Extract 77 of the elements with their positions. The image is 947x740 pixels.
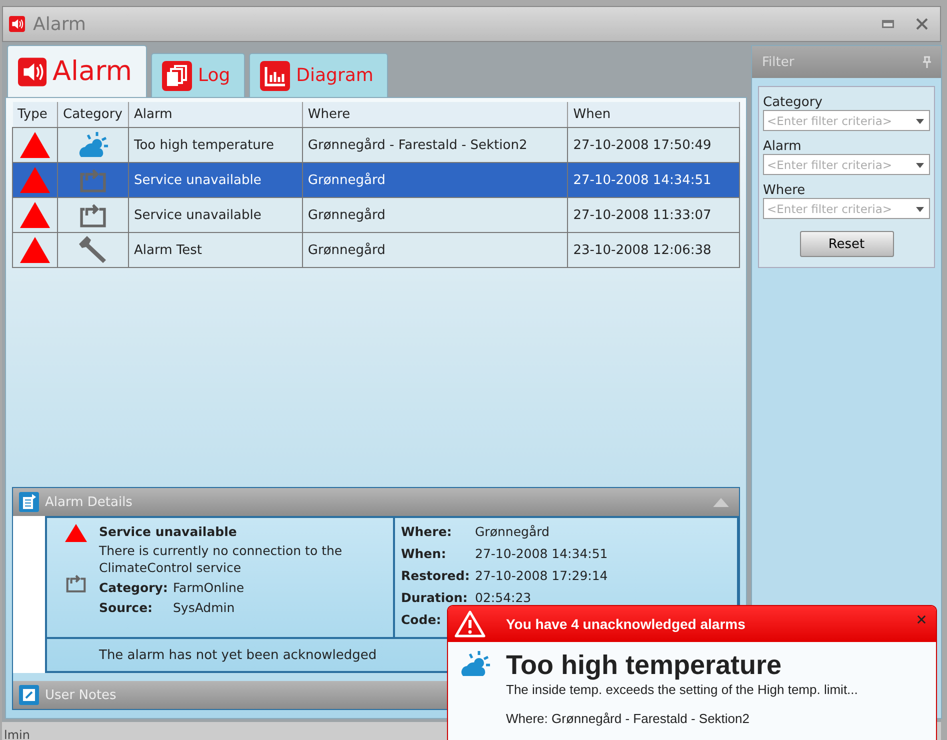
notification-title: Too high temperature [506,650,783,680]
dropdown-arrow-icon [916,163,924,168]
pin-icon[interactable] [923,56,931,68]
minimize-icon[interactable] [882,19,894,29]
panel-title: User Notes [45,688,116,702]
notification-location: Where: Grønnegård - Farestald - Sektion2 [506,711,750,726]
field-value: 02:54:23 [475,589,532,607]
field-value: 27-10-2008 17:29:14 [475,567,608,585]
column-header[interactable]: Alarm [128,102,302,128]
acknowledgement-status: The alarm has not yet been acknowledged [99,648,377,663]
warning-triangle-icon [65,524,87,542]
field-value: SysAdmin [173,599,235,617]
table-row[interactable]: Service unavailable Grønnegård 27-10-2008 11:33:07 [12,198,740,232]
table-row[interactable]: Service unavailable Grønnegård 27-10-2008 14:34:51 [12,162,740,198]
bar-chart-icon [260,60,290,90]
column-header[interactable]: Category [58,102,128,128]
panel-title: Alarm Details [45,494,132,510]
table-cell: 27-10-2008 14:34:51 [568,162,740,198]
speaker-icon [18,56,47,88]
table-cell: Grønnegård - Farestald - Sektion2 [302,128,568,162]
filter-label: Category [763,95,824,110]
stacked-pages-icon [162,60,192,90]
table-cell: 27-10-2008 17:50:49 [568,128,740,162]
alarm-name: Service unavailable [99,523,238,541]
dropdown-arrow-icon [916,207,924,212]
field-label: Where: [401,523,453,541]
filter-combo-box[interactable]: <Enter filter criteria> [763,154,930,175]
speaker-icon [9,16,25,32]
warning-triangle-icon [19,201,51,229]
panel-title: Filter [762,54,794,70]
warning-triangle-icon [19,236,51,264]
close-icon[interactable] [917,615,926,624]
column-header[interactable]: Where [302,102,568,128]
close-icon[interactable] [916,18,928,30]
filter-label: Where [763,183,806,198]
column-header[interactable]: When [568,102,740,128]
dropdown-arrow-icon [916,119,924,124]
field-value: FarmOnline [173,579,244,597]
table-cell: Alarm Test [128,232,302,268]
field-value: 27-10-2008 14:34:51 [475,545,608,563]
field-label: Category: [99,579,169,597]
table-cell: Service unavailable [128,198,302,232]
table-row[interactable]: Alarm Test Grønnegård 23-10-2008 12:06:38 [12,232,740,268]
table-cell: Grønnegård [302,198,568,232]
warning-triangle-icon [19,131,51,159]
table-cell: Service unavailable [128,162,302,198]
filter-combo-box[interactable]: <Enter filter criteria> [763,110,930,131]
note-icon [19,685,39,705]
collapse-icon[interactable] [713,498,729,506]
field-label: Duration: [401,589,469,607]
table-row[interactable]: Too high temperature Grønnegård - Farestald - Sektion2 27-10-2008 17:50:49 [12,128,740,162]
column-header[interactable]: Type [12,102,58,128]
bracket-arrow-icon [78,202,108,228]
tab[interactable]: Alarm [7,45,147,97]
bracket-arrow-icon [65,574,87,593]
table-cell: 27-10-2008 11:33:07 [568,198,740,232]
field-label: When: [401,545,448,563]
alarm-description: There is currently no connection to the ClimateControl service [99,542,344,576]
field-label: Restored: [401,567,471,585]
filter-combo-box[interactable]: <Enter filter criteria> [763,198,930,219]
field-label: Source: [99,599,154,617]
notification-header: You have 4 unacknowledged alarms [506,616,746,632]
table-cell: Grønnegård [302,232,568,268]
notepad-icon [19,492,39,512]
wrench-icon [78,235,108,265]
status-text: lmin [4,728,30,740]
warning-triangle-icon [19,166,51,194]
field-value: Grønnegård [475,523,550,541]
table-cell: 23-10-2008 12:06:38 [568,232,740,268]
table-cell: Grønnegård [302,162,568,198]
reset-button[interactable]: Reset [800,231,894,257]
table-cell: Too high temperature [128,128,302,162]
bracket-arrow-icon [78,168,108,192]
filter-label: Alarm [763,139,802,154]
window-title: Alarm [33,14,86,34]
field-label: Code: [401,611,442,629]
warning-icon [454,610,486,638]
